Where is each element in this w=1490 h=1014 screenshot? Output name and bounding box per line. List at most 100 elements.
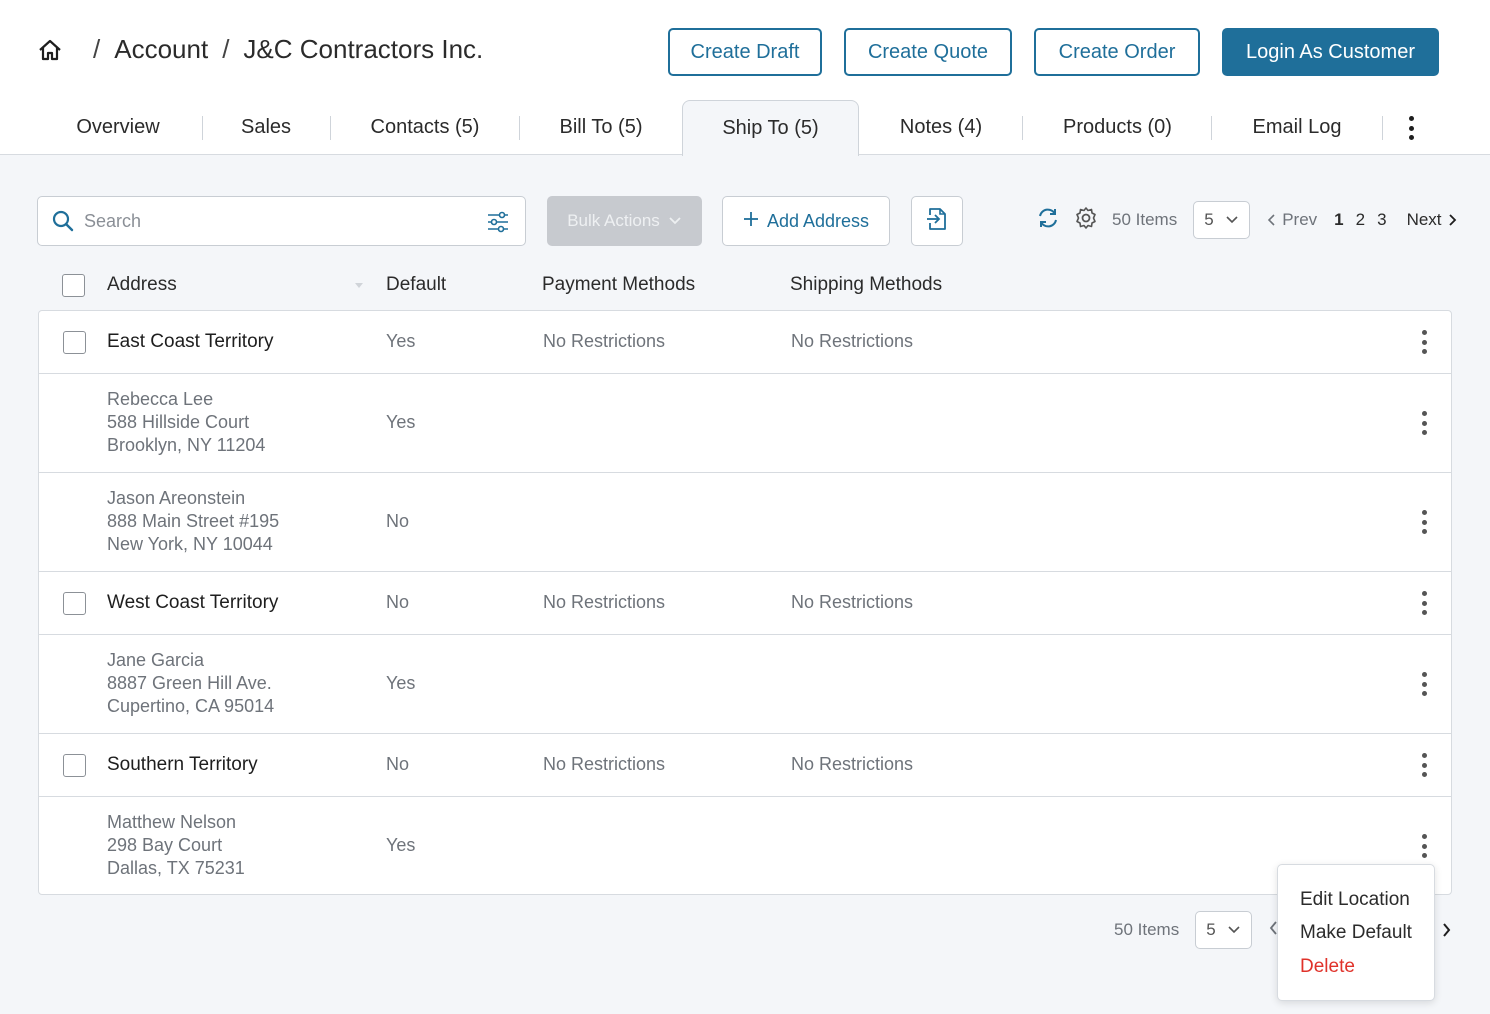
group-address: West Coast Territory	[107, 592, 279, 613]
per-page-select[interactable]: 5	[1195, 911, 1253, 949]
table-row-contact[interactable]: Jason Areonstein 888 Main Street #195 Ne…	[39, 473, 1451, 572]
tab-divider	[330, 116, 331, 140]
tab-products[interactable]: Products (0)	[1030, 100, 1205, 155]
payment-methods-value: No Restrictions	[543, 331, 666, 351]
contact-street: 888 Main Street #195	[107, 511, 280, 531]
tab-divider	[1211, 116, 1212, 140]
row-kebab-icon[interactable]	[1419, 411, 1429, 435]
row-kebab-icon[interactable]	[1419, 834, 1429, 858]
gear-icon[interactable]	[1074, 206, 1098, 235]
table-row-contact[interactable]: Matthew Nelson 298 Bay Court Dallas, TX …	[39, 797, 1451, 894]
plus-icon	[743, 211, 759, 232]
per-page-value: 5	[1204, 210, 1214, 229]
chevron-right-icon[interactable]	[1442, 922, 1452, 943]
tab-divider	[519, 116, 520, 140]
row-kebab-icon[interactable]	[1419, 672, 1429, 696]
breadcrumb-separator: /	[222, 34, 230, 64]
tab-contacts[interactable]: Contacts (5)	[338, 100, 512, 155]
bottom-pagination: 50 Items 5	[1114, 911, 1278, 949]
row-kebab-icon[interactable]	[1419, 753, 1429, 777]
column-header-address[interactable]: Address	[107, 274, 177, 296]
contact-name: Jason Areonstein	[107, 488, 246, 508]
column-header-default[interactable]: Default	[386, 274, 446, 296]
contact-name: Rebecca Lee	[107, 389, 214, 409]
page-3[interactable]: 3	[1377, 210, 1386, 230]
tab-divider	[1022, 116, 1023, 140]
contact-name: Jane Garcia	[107, 650, 205, 670]
chevron-down-icon	[1225, 210, 1239, 230]
shipping-methods-value: No Restrictions	[791, 754, 914, 774]
page-2[interactable]: 2	[1356, 210, 1365, 230]
row-kebab-icon[interactable]	[1419, 330, 1429, 354]
top-pagination: 50 Items 5 Prev 1 2 3 Next	[1036, 201, 1458, 239]
table-row-contact[interactable]: Jane Garcia 8887 Green Hill Ave. Cuperti…	[39, 635, 1451, 734]
filter-sliders-icon[interactable]	[486, 210, 510, 239]
table-row-contact[interactable]: Rebecca Lee 588 Hillside Court Brooklyn,…	[39, 374, 1451, 473]
table-row-group[interactable]: Southern Territory No No Restrictions No…	[39, 734, 1451, 797]
tab-bill-to[interactable]: Bill To (5)	[527, 100, 675, 155]
tab-ship-to[interactable]: Ship To (5)	[682, 100, 859, 156]
sort-icon[interactable]	[355, 283, 363, 288]
search-input[interactable]	[84, 207, 464, 235]
contact-street: 298 Bay Court	[107, 835, 223, 855]
items-count: 50 Items	[1112, 210, 1178, 229]
search-icon	[52, 210, 74, 237]
tab-overview[interactable]: Overview	[40, 100, 196, 155]
home-icon[interactable]	[37, 37, 63, 63]
menu-delete[interactable]: Delete	[1300, 956, 1355, 978]
items-count: 50 Items	[1114, 920, 1180, 939]
column-header-payment-methods[interactable]: Payment Methods	[542, 274, 695, 296]
default-value: No	[386, 754, 410, 774]
tab-bar: Overview Sales Contacts (5) Bill To (5) …	[0, 100, 1490, 156]
bulk-actions-button[interactable]: Bulk Actions	[547, 196, 702, 246]
chevron-right-icon	[1448, 214, 1456, 226]
default-value: No	[386, 511, 410, 531]
prev-button[interactable]: Prev	[1266, 210, 1317, 230]
contact-city: Cupertino, CA 95014	[107, 696, 275, 716]
payment-methods-value: No Restrictions	[543, 592, 666, 612]
select-all-checkbox[interactable]	[62, 274, 85, 297]
menu-edit-location[interactable]: Edit Location	[1300, 889, 1410, 911]
create-draft-button[interactable]: Create Draft	[668, 28, 822, 76]
login-as-customer-button[interactable]: Login As Customer	[1222, 28, 1439, 76]
table-row-group[interactable]: West Coast Territory No No Restrictions …	[39, 572, 1451, 635]
breadcrumb-account[interactable]: Account	[114, 34, 208, 65]
bulk-actions-label: Bulk Actions	[567, 211, 660, 230]
next-label: Next	[1406, 210, 1442, 229]
next-button[interactable]: Next	[1407, 210, 1458, 230]
column-header-shipping-methods[interactable]: Shipping Methods	[790, 274, 942, 296]
page-1[interactable]: 1	[1334, 210, 1343, 230]
refresh-icon[interactable]	[1036, 206, 1060, 235]
menu-make-default[interactable]: Make Default	[1300, 922, 1412, 944]
group-address: Southern Territory	[107, 754, 258, 775]
per-page-select[interactable]: 5	[1193, 201, 1251, 239]
create-quote-button[interactable]: Create Quote	[844, 28, 1012, 76]
chevron-left-icon	[1268, 214, 1275, 226]
tab-sales[interactable]: Sales	[210, 100, 322, 155]
shipping-methods-value: No Restrictions	[791, 331, 914, 351]
tab-notes[interactable]: Notes (4)	[866, 100, 1016, 155]
default-value: Yes	[386, 673, 416, 693]
page-header: / Account / J&C Contractors Inc. Create …	[0, 0, 1490, 156]
row-kebab-icon[interactable]	[1419, 510, 1429, 534]
row-kebab-icon[interactable]	[1419, 591, 1429, 615]
tab-email-log[interactable]: Email Log	[1219, 100, 1375, 155]
default-value: Yes	[386, 331, 416, 351]
add-address-button[interactable]: Add Address	[722, 196, 890, 246]
more-tabs-kebab-icon[interactable]	[1400, 114, 1422, 142]
default-value: Yes	[386, 412, 416, 432]
row-checkbox[interactable]	[63, 754, 86, 777]
default-value: Yes	[386, 835, 416, 855]
create-order-button[interactable]: Create Order	[1034, 28, 1200, 76]
contact-city: New York, NY 10044	[107, 534, 273, 554]
table-row-group[interactable]: East Coast Territory Yes No Restrictions…	[39, 311, 1451, 374]
export-button[interactable]	[911, 196, 963, 246]
row-checkbox[interactable]	[63, 592, 86, 615]
row-checkbox[interactable]	[63, 331, 86, 354]
per-page-value: 5	[1206, 920, 1216, 939]
file-export-icon	[926, 206, 948, 237]
breadcrumb-separator: /	[93, 34, 101, 64]
contact-name: Matthew Nelson	[107, 812, 237, 832]
contact-street: 588 Hillside Court	[107, 412, 250, 432]
tab-divider	[202, 116, 203, 140]
